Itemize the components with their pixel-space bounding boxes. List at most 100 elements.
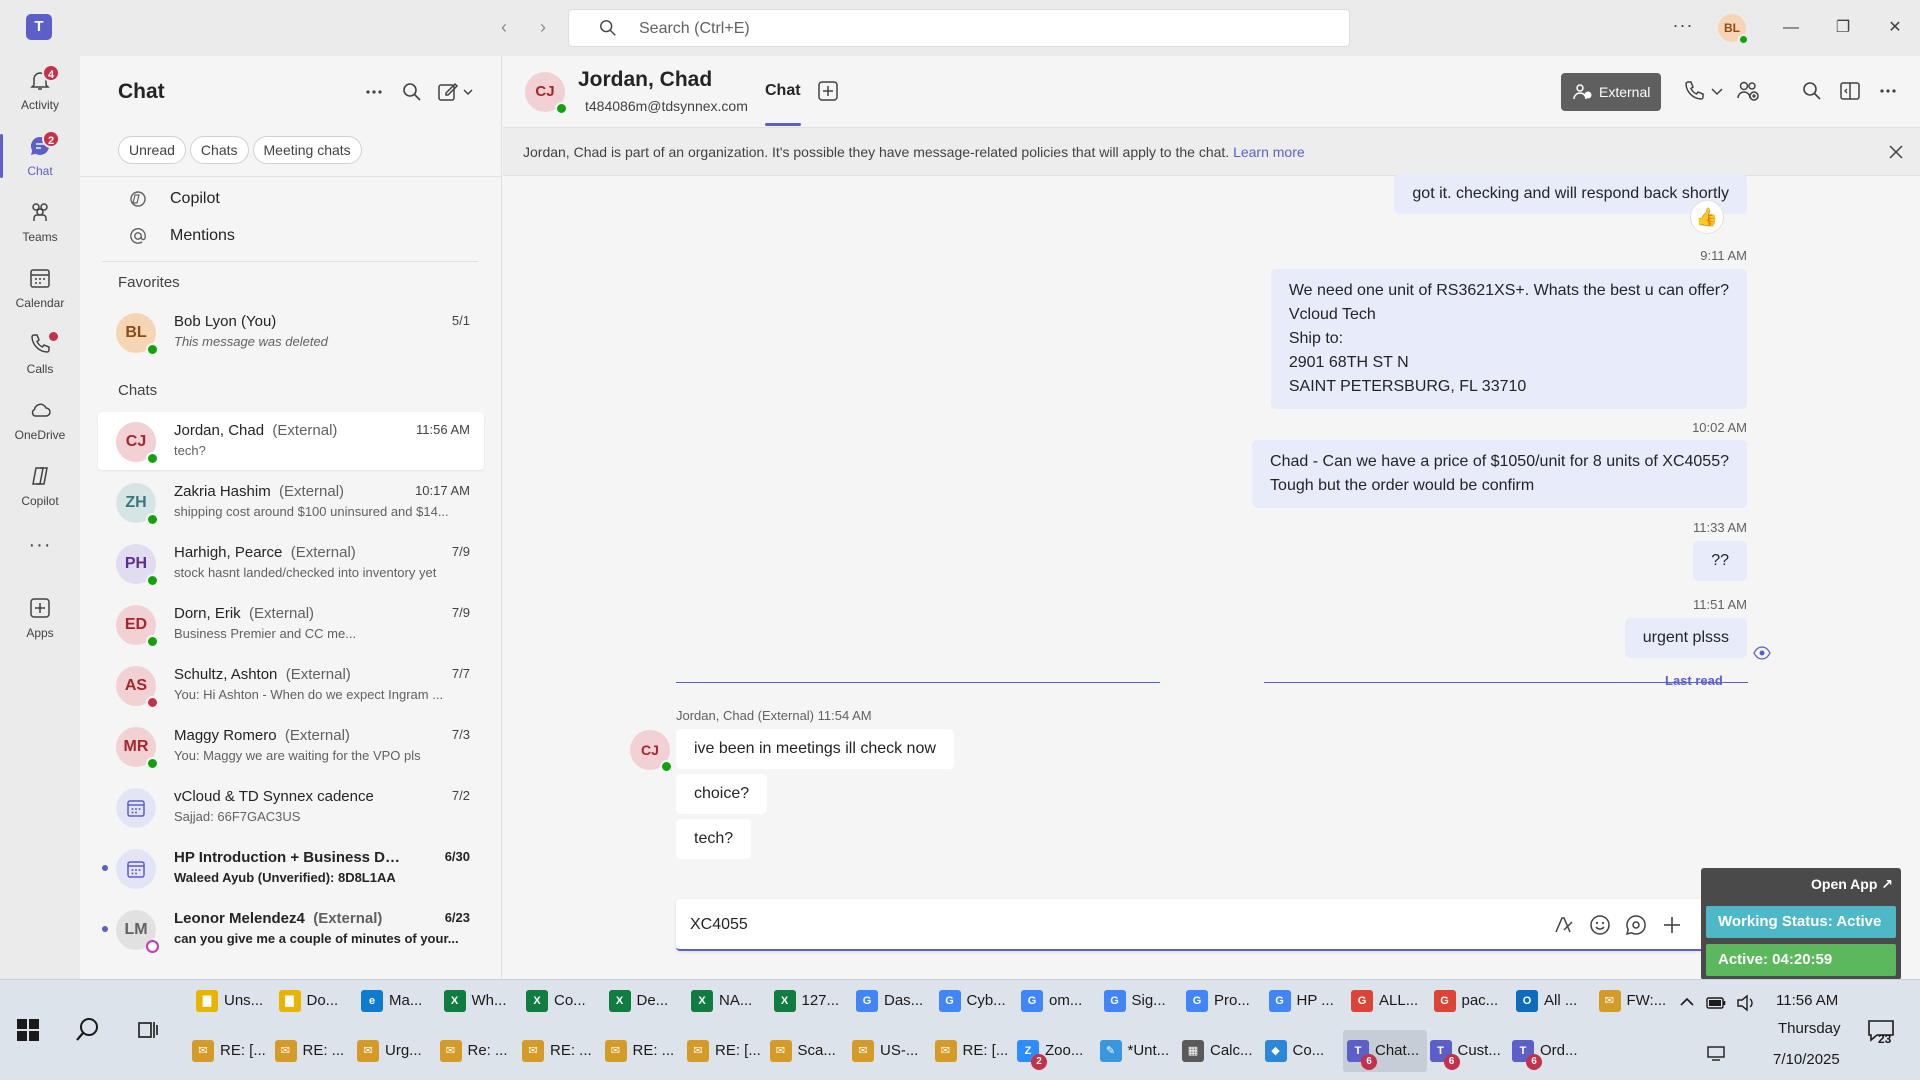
taskbar-app-button[interactable]: X Wh... [440, 980, 524, 1022]
taskbar-app-button[interactable]: X 127... [770, 980, 854, 1022]
emoji-icon[interactable] [1588, 913, 1612, 937]
minimize-icon[interactable]: — [1776, 14, 1806, 42]
close-icon[interactable] [1886, 142, 1906, 162]
taskbar-app-button[interactable]: ▇ Do... [275, 980, 359, 1022]
search-icon[interactable] [1799, 78, 1825, 104]
taskbar-app-button[interactable]: X De... [605, 980, 689, 1022]
user-avatar[interactable]: BL [1718, 14, 1749, 45]
taskbar-app-button[interactable]: Gpac... [1430, 980, 1514, 1022]
chat-item-dorn-erik[interactable]: ED Dorn, Erik (External) Business Premie… [98, 595, 484, 653]
chat-item-jordan-chad[interactable]: CJ Jordan, Chad (External) tech? 11:56 A… [98, 412, 484, 470]
mentions-entry[interactable]: Mentions [128, 221, 235, 251]
windows-start-icon[interactable] [16, 1018, 40, 1042]
settings-more-icon[interactable]: ··· [1668, 14, 1698, 40]
filter-search-icon[interactable] [398, 78, 426, 106]
taskbar-app-button[interactable]: G Cyb... [935, 980, 1019, 1022]
taskbar-app-button[interactable]: G HP ... [1265, 980, 1349, 1022]
taskbar-app-button[interactable]: ✉ FW:... [1595, 980, 1679, 1022]
taskbar-app-button[interactable]: ✉ RE: ... [271, 1030, 355, 1072]
chat-item-leonor-melendez[interactable]: LM Leonor Melendez4 (External) can you g… [98, 900, 484, 958]
taskbar-app-button[interactable]: Z Zoo... 2 [1013, 1030, 1097, 1072]
rail-item-calls[interactable]: Calls [0, 326, 80, 386]
tab-chat[interactable]: Chat [765, 82, 801, 100]
taskbar-app-button[interactable]: ✉ Urg... [353, 1030, 437, 1072]
chat-item-zakria-hashim[interactable]: ZH Zakria Hashim (External) shipping cos… [98, 473, 484, 531]
contact-name[interactable]: Jordan, Chad [578, 68, 712, 92]
chat-item-vcloud-cadence[interactable]: vCloud & TD Synnex cadence Sajjad: 66F7G… [98, 778, 484, 836]
contact-avatar[interactable]: CJ [525, 72, 568, 115]
external-button[interactable]: External [1561, 73, 1661, 111]
message-bubble-incoming[interactable]: tech? [676, 819, 752, 859]
chevron-down-icon[interactable] [1709, 78, 1725, 104]
new-chat-icon[interactable] [436, 78, 476, 106]
taskbar-app-button[interactable]: ✎ *Unt... [1096, 1030, 1180, 1072]
thumbs-up-reaction-icon[interactable]: 👍 [1690, 200, 1724, 234]
taskbar-app-button[interactable]: ✉ RE: ... [601, 1030, 685, 1072]
compose-input[interactable] [690, 913, 1490, 937]
search-box[interactable] [568, 9, 1350, 47]
task-view-icon[interactable] [136, 1018, 160, 1042]
message-bubble-outgoing[interactable]: urgent plsss [1624, 618, 1747, 658]
taskbar-app-button[interactable]: ✉ RE: ... [518, 1030, 602, 1072]
chat-item-harhigh-pearce[interactable]: PH Harhigh, Pearce (External) stock hasn… [98, 534, 484, 592]
filter-chats[interactable]: Chats [189, 136, 249, 164]
taskbar-app-button[interactable]: ✉ RE: [... [931, 1030, 1015, 1072]
message-bubble-outgoing[interactable]: Chad - Can we have a price of $1050/unit… [1252, 440, 1747, 508]
back-arrow-icon[interactable]: ‹ [492, 14, 516, 40]
taskbar-app-button[interactable]: X NA... [687, 980, 771, 1022]
taskbar-app-button[interactable]: ✉ RE: [... [683, 1030, 767, 1072]
rail-item-copilot[interactable]: Copilot [0, 458, 80, 518]
add-icon[interactable] [1660, 913, 1684, 937]
taskbar-app-button[interactable]: X Co... [522, 980, 606, 1022]
rail-item-teams[interactable]: Teams [0, 194, 80, 254]
more-options-icon[interactable] [360, 78, 388, 106]
taskbar-app-button[interactable]: ✉ US-... [848, 1030, 932, 1072]
chat-item-schultz-ashton[interactable]: AS Schultz, Ashton (External) You: Hi As… [98, 656, 484, 714]
taskbar-app-button[interactable]: G ALL... [1347, 980, 1431, 1022]
call-icon[interactable] [1681, 78, 1707, 104]
chats-header[interactable]: Chats [118, 382, 157, 399]
copilot-entry[interactable]: Copilot [128, 184, 220, 214]
add-tab-icon[interactable] [817, 80, 839, 102]
clock-time[interactable]: 11:56 AM [1776, 992, 1838, 1009]
rail-item-calendar[interactable]: Calendar [0, 260, 80, 320]
learn-more-link[interactable]: Learn more [1233, 144, 1305, 160]
more-apps-icon[interactable]: ··· [25, 534, 55, 557]
filter-unread[interactable]: Unread [118, 136, 186, 164]
taskbar-app-button[interactable]: G Pro... [1182, 980, 1266, 1022]
taskbar-app-button[interactable]: T Cust... 6 [1426, 1030, 1510, 1072]
taskbar-app-button[interactable]: ✉ Re: ... [436, 1030, 520, 1072]
display-icon[interactable] [1706, 1044, 1726, 1062]
open-app-button[interactable]: Open App ↗ [1811, 876, 1893, 893]
chat-item-maggy-romero[interactable]: MR Maggy Romero (External) You: Maggy we… [98, 717, 484, 775]
rail-item-activity[interactable]: 4 Activity [0, 62, 80, 122]
restore-icon[interactable]: ❐ [1828, 14, 1858, 42]
favorites-header[interactable]: Favorites [118, 274, 180, 291]
close-window-icon[interactable]: ✕ [1880, 14, 1910, 42]
more-options-icon[interactable] [1875, 78, 1901, 104]
speaker-icon[interactable] [1736, 994, 1756, 1012]
filter-meeting-chats[interactable]: Meeting chats [252, 136, 362, 164]
taskbar-app-button[interactable]: ✉ Sca... [766, 1030, 850, 1072]
message-bubble-incoming[interactable]: ive been in meetings ill check now [676, 729, 954, 769]
search-input[interactable] [639, 18, 1239, 40]
forward-arrow-icon[interactable]: › [531, 14, 555, 40]
rail-item-onedrive[interactable]: OneDrive [0, 392, 80, 452]
pop-out-icon[interactable] [1837, 78, 1863, 104]
sender-avatar[interactable]: CJ [630, 730, 673, 773]
clock-date[interactable]: 7/10/2025 [1773, 1051, 1840, 1068]
message-bubble-outgoing[interactable]: ?? [1693, 541, 1747, 581]
add-people-icon[interactable] [1735, 78, 1761, 104]
battery-icon[interactable] [1706, 994, 1726, 1012]
clock-day[interactable]: Thursday [1778, 1020, 1841, 1037]
chat-item-bob-lyon[interactable]: BL Bob Lyon (You) This message was delet… [98, 303, 484, 361]
taskbar-app-button[interactable]: e Ma... [357, 980, 441, 1022]
taskbar-app-button[interactable]: T Ord... 6 [1508, 1030, 1592, 1072]
taskbar-app-button[interactable]: G Das... [852, 980, 936, 1022]
show-hidden-icons-chevron-icon[interactable] [1677, 992, 1697, 1012]
taskbar-search-icon[interactable] [74, 1016, 102, 1044]
message-bubble-outgoing[interactable]: We need one unit of RS3621XS+. Whats the… [1270, 269, 1747, 409]
rail-item-apps[interactable]: Apps [0, 590, 80, 650]
message-bubble-incoming[interactable]: choice? [676, 774, 768, 814]
format-icon[interactable] [1552, 913, 1576, 937]
